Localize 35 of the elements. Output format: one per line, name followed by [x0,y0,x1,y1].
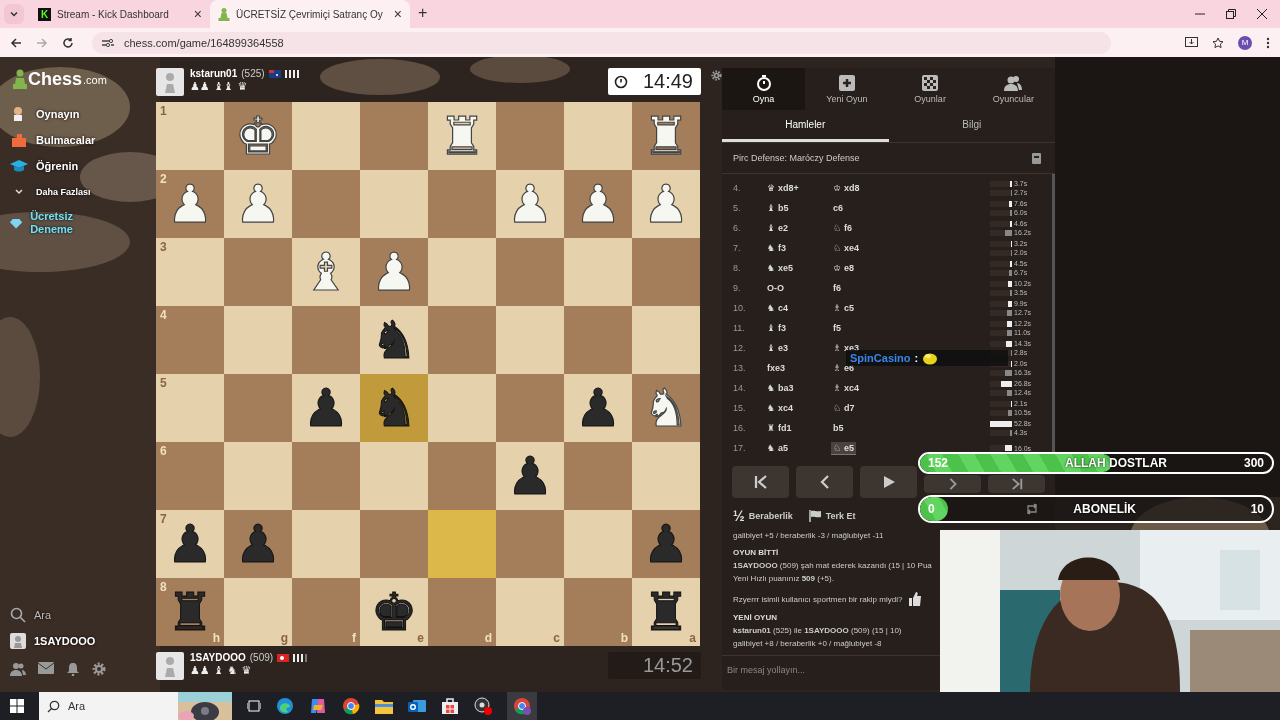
store-icon[interactable] [441,697,459,715]
star-icon[interactable] [1212,36,1224,49]
tab-title: ÜCRETSİZ Çevrimiçi Satranç Oy [236,8,384,20]
restore-icon[interactable] [1226,9,1236,19]
reload-icon[interactable] [62,36,74,49]
kick-favicon: K [38,7,51,21]
close-icon[interactable] [1257,9,1267,19]
edge-icon[interactable] [276,697,294,715]
menu-icon[interactable] [1266,36,1270,49]
folder-icon[interactable] [375,698,393,714]
chevron-down-icon [9,9,19,19]
chrome-icon[interactable] [342,697,360,715]
tab-close-button[interactable]: × [393,6,402,22]
address-bar[interactable]: chess.com/game/164899364558 [92,31,1111,54]
tab-list-button[interactable] [4,4,24,24]
pawn-icon [218,7,230,21]
taskbar-search-field[interactable]: Ara [39,692,232,720]
browser-tab[interactable]: K Stream - Kick Dashboard × [30,0,210,28]
site-settings-icon[interactable] [102,37,114,48]
copilot-icon[interactable] [309,697,327,715]
windows-start-icon[interactable] [10,699,24,713]
back-icon[interactable] [10,36,22,49]
tab-close-button[interactable]: × [193,6,202,22]
tab-title: Stream - Kick Dashboard [57,8,170,20]
chrome-profile-icon[interactable] [507,692,537,720]
browser-tab[interactable]: ÜCRETSİZ Çevrimiçi Satranç Oy × [210,0,410,28]
url-text: chess.com/game/164899364558 [124,36,284,49]
new-tab-button[interactable]: + [418,4,428,22]
outlook-icon[interactable] [408,697,426,715]
install-icon[interactable] [1185,36,1198,49]
forward-icon[interactable] [36,36,48,49]
recorder-icon[interactable] [474,697,492,715]
search-icon [47,699,60,713]
profile-avatar[interactable]: M [1238,35,1252,50]
task-view-icon[interactable] [247,699,261,713]
